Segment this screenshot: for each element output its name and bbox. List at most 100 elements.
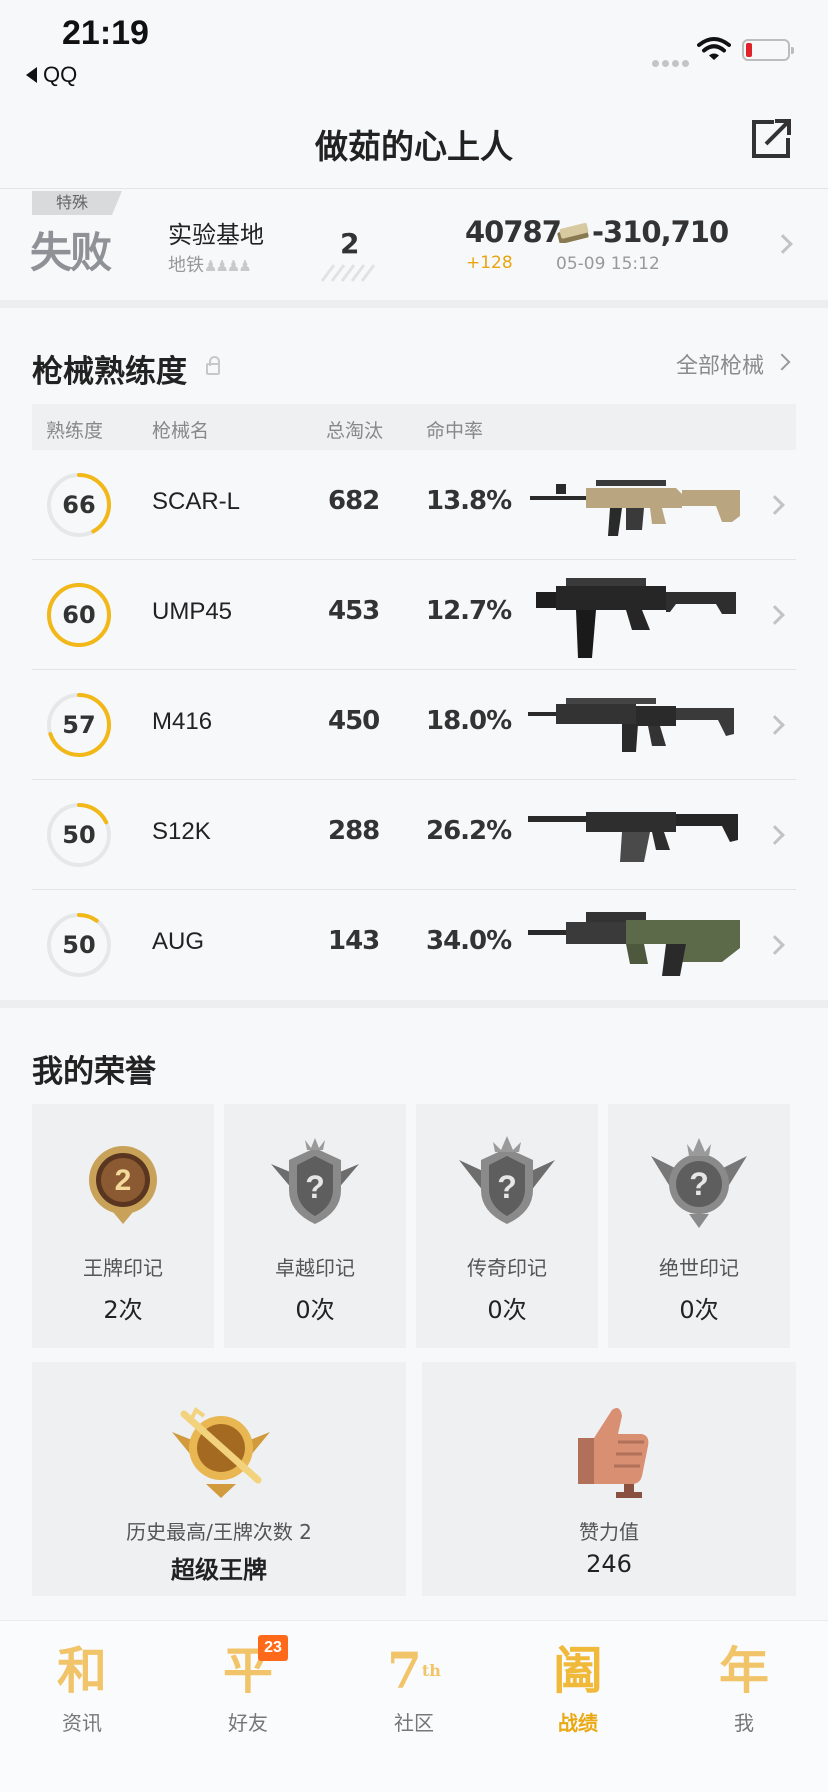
- proficiency-level: 60: [62, 601, 96, 629]
- tab-community-glyph: 7: [387, 1641, 422, 1700]
- tab-community-icon: 7th: [354, 1641, 474, 1701]
- aug-rifle-image: [528, 912, 740, 976]
- weapon-row-m416[interactable]: 57 M416 450 18.0%: [32, 670, 796, 780]
- weapon-name: SCAR-L: [152, 488, 241, 515]
- weapon-kills: 450: [328, 706, 380, 736]
- column-header: 总淘汰: [326, 420, 384, 442]
- chevron-right-icon: [773, 234, 793, 254]
- medal-count: 2次: [103, 1296, 143, 1324]
- proficiency-level: 66: [62, 491, 96, 519]
- tab-records[interactable]: 阖 战绩: [518, 1641, 638, 1751]
- medal-count: 0次: [295, 1296, 335, 1324]
- medal-card-peerless[interactable]: ? 绝世印记 0次: [608, 1104, 790, 1348]
- share-external-icon[interactable]: [748, 116, 794, 162]
- match-map-name: 实验基地: [168, 221, 264, 249]
- page-title: 做茹的心上人: [315, 127, 513, 166]
- lock-icon[interactable]: [206, 356, 220, 375]
- match-score: 40787: [465, 215, 562, 249]
- back-arrow-icon: [26, 67, 37, 83]
- chevron-right-icon: [765, 715, 785, 735]
- weapon-kills: 453: [328, 596, 380, 626]
- proficiency-level: 57: [62, 711, 96, 739]
- tab-label: 我: [734, 1711, 754, 1735]
- medal-label: 传奇印记: [467, 1256, 547, 1280]
- tab-me-icon: 年: [719, 1641, 769, 1700]
- status-bar: 21:19 QQ: [0, 0, 828, 100]
- medal-card-ace[interactable]: 2 王牌印记 2次: [32, 1104, 214, 1348]
- highest-rank-value: 超级王牌: [171, 1556, 267, 1584]
- section-divider: [0, 300, 828, 308]
- tab-news[interactable]: 和 资讯: [22, 1641, 142, 1751]
- ump45-smg-image: [536, 578, 736, 658]
- match-mode: 地铁♟♟♟♟: [168, 251, 252, 277]
- medal-count: 0次: [679, 1296, 719, 1324]
- weapon-name: UMP45: [152, 598, 233, 625]
- cash-bundle-icon: [557, 222, 589, 243]
- svg-text:?: ?: [497, 1169, 517, 1205]
- svg-text:?: ?: [305, 1169, 325, 1205]
- tab-community-sup: th: [421, 1661, 441, 1680]
- m416-rifle-image: [528, 698, 734, 752]
- honor-section: 我的荣誉 2 王牌印记 2次 ? 卓越印记 0次 ? 传奇印记 0次 ? 绝世印…: [0, 1008, 828, 1620]
- weapon-kills: 682: [328, 486, 380, 516]
- medal-card-elite[interactable]: ? 卓越印记 0次: [224, 1104, 406, 1348]
- tab-label: 社区: [394, 1711, 434, 1735]
- chevron-right-icon: [773, 353, 791, 371]
- match-score-delta: +128: [466, 253, 513, 273]
- status-time: 21:19: [62, 14, 149, 52]
- locked-peerless-badge-icon: ?: [651, 1138, 747, 1228]
- svg-text:?: ?: [689, 1166, 709, 1202]
- tab-community[interactable]: 7th 社区: [354, 1641, 474, 1751]
- medal-label: 绝世印记: [659, 1256, 739, 1280]
- tab-me[interactable]: 年 我: [684, 1641, 804, 1751]
- cellular-signal-icon: [652, 52, 692, 71]
- column-header: 命中率: [426, 420, 484, 442]
- weapon-row-ump45[interactable]: 60 UMP45 453 12.7%: [32, 560, 796, 670]
- back-app-label: QQ: [43, 62, 78, 87]
- weapon-name: AUG: [152, 928, 205, 955]
- four-person-squad-icon: ♟♟♟♟: [204, 257, 252, 275]
- weapon-kills: 288: [328, 816, 380, 846]
- match-tag: 特殊: [32, 191, 122, 215]
- back-to-app-link[interactable]: QQ: [26, 62, 77, 88]
- weapon-row-aug[interactable]: 50 AUG 143 34.0%: [32, 890, 796, 1000]
- match-rank: 2: [340, 227, 360, 260]
- s12k-shotgun-image: [528, 812, 738, 862]
- weapon-row-scar-l[interactable]: 66 SCAR-L 682 13.8%: [32, 450, 796, 560]
- super-ace-emblem-icon: [172, 1406, 270, 1498]
- all-weapons-link[interactable]: 全部枪械: [676, 348, 764, 380]
- battery-icon: [742, 39, 794, 61]
- match-result: 失败: [30, 228, 112, 277]
- medal-count: 0次: [487, 1296, 527, 1324]
- medal-card-legend[interactable]: ? 传奇印记 0次: [416, 1104, 598, 1348]
- locked-elite-badge-icon: ?: [271, 1138, 359, 1224]
- proficiency-level: 50: [62, 931, 96, 959]
- ace-badge-icon: 2: [89, 1146, 157, 1224]
- recent-match-card[interactable]: 特殊 失败 实验基地 地铁♟♟♟♟ 2 40787 +128 -310,710 …: [0, 188, 828, 300]
- tab-friends-icon: 平: [223, 1641, 273, 1700]
- tab-label: 资讯: [62, 1711, 102, 1735]
- weapon-row-s12k[interactable]: 50 S12K 288 26.2%: [32, 780, 796, 890]
- weapon-proficiency-section: 枪械熟练度 全部枪械 熟练度 枪械名 总淘汰 命中率 66 SCAR-L 682…: [0, 308, 828, 1000]
- likes-card[interactable]: 赞力值 246: [422, 1362, 796, 1596]
- medal-label: 卓越印记: [275, 1256, 355, 1280]
- match-mode-label: 地铁: [168, 255, 204, 276]
- match-time: 05-09 15:12: [556, 254, 660, 274]
- scar-l-rifle-image: [530, 480, 740, 536]
- weapon-hit-rate: 34.0%: [426, 926, 512, 956]
- tab-news-icon: 和: [57, 1641, 107, 1700]
- honor-title: 我的荣誉: [32, 1054, 156, 1090]
- chevron-right-icon: [765, 935, 785, 955]
- proficiency-level: 50: [62, 821, 96, 849]
- tab-friends[interactable]: 平 23 好友: [188, 1635, 308, 1751]
- thumbs-up-trophy-icon: [578, 1408, 649, 1498]
- weapon-name: S12K: [152, 818, 211, 845]
- highest-rank-card[interactable]: 历史最高/王牌次数 2 超级王牌: [32, 1362, 406, 1596]
- highest-rank-label: 历史最高/王牌次数 2: [126, 1520, 312, 1544]
- bottom-tab-bar: 和 资讯 平 23 好友 7th 社区 阖 战绩 年 我: [0, 1620, 828, 1792]
- chevron-right-icon: [765, 495, 785, 515]
- column-header: 枪械名: [152, 420, 210, 442]
- locked-legend-badge-icon: ?: [459, 1136, 555, 1224]
- medal-label: 王牌印记: [83, 1256, 163, 1280]
- chevron-right-icon: [765, 605, 785, 625]
